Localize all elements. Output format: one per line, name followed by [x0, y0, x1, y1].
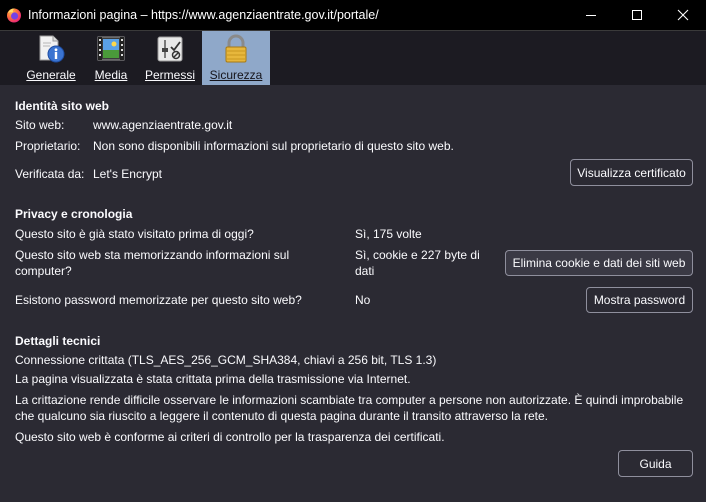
close-icon [677, 9, 689, 21]
tab-permessi-label: Permessi [144, 68, 195, 82]
tab-permessi[interactable]: Permessi [140, 31, 200, 85]
technical-heading: Dettagli tecnici [15, 334, 101, 348]
encryption-explanation: La crittazione rende difficile osservare… [15, 393, 684, 423]
connection-info: Connessione crittata (TLS_AES_256_GCM_SH… [15, 353, 437, 367]
verified-value: Let's Encrypt [93, 167, 162, 181]
encrypted-note: La pagina visualizzata è stata crittata … [15, 372, 411, 386]
passwords-answer: No [355, 293, 371, 307]
security-panel: Identità sito web Sito web: www.agenziae… [0, 85, 706, 502]
page-info-icon [39, 35, 65, 63]
visited-answer: Sì, 175 volte [355, 227, 422, 241]
minimize-button[interactable] [568, 0, 614, 30]
window-title: Informazioni pagina – https://www.agenzi… [28, 8, 379, 22]
show-passwords-button[interactable]: Mostra password [586, 287, 693, 313]
tab-sicurezza[interactable]: Sicurezza [202, 31, 270, 85]
maximize-button[interactable] [614, 0, 660, 30]
tab-generale-label: Generale [26, 68, 76, 82]
privacy-heading: Privacy e cronologia [15, 207, 133, 221]
help-button[interactable]: Guida [618, 450, 693, 477]
view-certificate-button[interactable]: Visualizza certificato [570, 159, 693, 186]
title-bar: Informazioni pagina – https://www.agenzi… [0, 0, 706, 31]
passwords-question: Esistono password memorizzate per questo… [15, 293, 302, 307]
owner-label: Proprietario: [15, 139, 81, 153]
site-label: Sito web: [15, 118, 65, 132]
storing-answer: Sì, cookie e 227 byte di dati [355, 248, 480, 278]
verified-label: Verificata da: [15, 167, 85, 181]
tab-media[interactable]: Media [88, 31, 134, 85]
tab-sicurezza-label: Sicurezza [209, 68, 263, 82]
permissions-icon [157, 36, 183, 62]
tab-generale[interactable]: Generale [22, 31, 80, 85]
identity-heading: Identità sito web [15, 99, 110, 113]
media-icon [97, 36, 125, 61]
maximize-icon [632, 10, 642, 20]
site-value: www.agenziaentrate.gov.it [93, 118, 233, 132]
close-button[interactable] [660, 0, 706, 30]
visited-question: Questo sito è già stato visitato prima d… [15, 227, 254, 241]
storing-question: Questo sito web sta memorizzando informa… [15, 248, 290, 278]
firefox-icon [7, 8, 21, 23]
clear-cookies-button[interactable]: Elimina cookie e dati dei siti web [505, 250, 693, 276]
owner-value: Non sono disponibili informazioni sul pr… [93, 139, 454, 153]
lock-icon [225, 34, 247, 63]
tab-bar: Generale Media Permessi Sicurezza [0, 31, 706, 85]
minimize-icon [586, 15, 596, 16]
transparency-note: Questo sito web è conforme ai criteri di… [15, 430, 445, 444]
tab-media-label: Media [94, 68, 128, 82]
